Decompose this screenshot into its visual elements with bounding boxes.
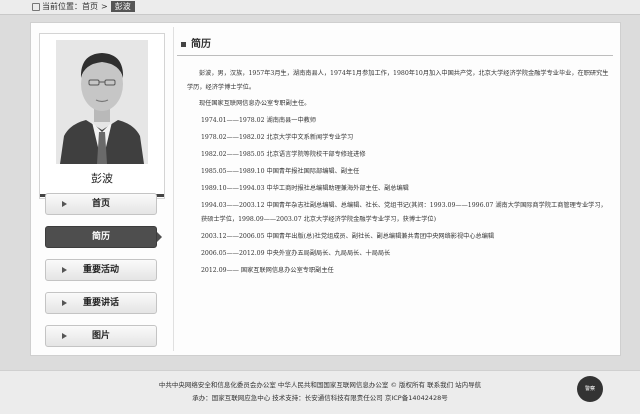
timeline-entry: 1989.10——1994.03 中华工商时报社总编辑助理兼海外部主任、副总编辑 <box>201 185 409 192</box>
column-divider <box>173 27 174 351</box>
footer-links: 中共中央网络安全和信息化委员会办公室 中华人民共和国国家互联网信息办公室 © 版… <box>158 381 482 389</box>
section-square-icon <box>181 42 186 47</box>
breadcrumb-current: 彭波 <box>110 0 135 12</box>
breadcrumb-bar: 当前位置：首页 > 彭波 <box>0 0 640 15</box>
footer-credits: 承办：国家互联网应急中心 技术支持：长安通信科技有限责任公司 京ICP备1404… <box>192 394 448 402</box>
timeline-entry: 1994.03——2003.12 中国青年杂志社副总编辑、总编辑、社长、党组书记… <box>201 202 607 223</box>
section-title: 简历 <box>191 39 211 50</box>
nav-item-home[interactable]: 首页 <box>45 193 157 215</box>
bio-current-post: 现任国家互联网信息办公室专职副主任。 <box>199 100 311 107</box>
portrait-image <box>56 40 148 164</box>
nav-item-label: 重要活动 <box>82 265 119 275</box>
section-header: 简历 <box>177 33 613 56</box>
bio-intro: 彭波，男，汉族，1957年3月生，湖南南县人，1974年1月参加工作，1980年… <box>187 70 609 91</box>
breadcrumb-home-link[interactable]: 首页 <box>82 2 98 11</box>
main-container: 彭波 首页 简历 重要活动 重要讲话 图片 简历 彭波，男，汉族，1957年3月… <box>30 22 621 356</box>
timeline-entry: 1978.02——1982.02 北京大学中文系新闻学专业学习 <box>201 134 354 141</box>
arrow-bullet-icon <box>62 300 67 306</box>
person-name: 彭波 <box>91 172 113 185</box>
timeline-entry: 1974.01——1978.02 湖南南县一中教师 <box>201 117 317 124</box>
nav-item-activities[interactable]: 重要活动 <box>45 259 157 281</box>
breadcrumb: 当前位置：首页 > 彭波 <box>42 0 135 14</box>
bio-content: 彭波，男，汉族，1957年3月生，湖南南县人，1974年1月参加工作，1980年… <box>187 67 611 278</box>
timeline-entry: 2012.09—— 国家互联网信息办公室专职副主任 <box>201 267 334 274</box>
nav-item-label: 简历 <box>91 232 110 242</box>
timeline-entry: 1985.05——1989.10 中国青年报社国际部编辑、副主任 <box>201 168 360 175</box>
nav-item-resume[interactable]: 简历 <box>45 226 162 248</box>
home-icon <box>32 3 40 11</box>
profile-card: 彭波 <box>39 33 165 199</box>
timeline-entry: 2003.12——2006.05 中国青年出版(总)社党组成员、副社长、副总编辑… <box>201 233 495 240</box>
timeline-entry: 1982.02——1985.05 北京语言学院等院校干部专修班进修 <box>201 151 366 158</box>
nav-item-label: 重要讲话 <box>82 298 119 308</box>
arrow-bullet-icon <box>62 267 67 273</box>
site-footer: 中共中央网络安全和信息化委员会办公室 中华人民共和国国家互联网信息办公室 © 版… <box>0 370 640 414</box>
nav-item-label: 图片 <box>91 331 110 341</box>
breadcrumb-separator: > <box>101 2 108 11</box>
nav-item-speeches[interactable]: 重要讲话 <box>45 292 157 314</box>
arrow-bullet-icon <box>62 201 67 207</box>
police-badge-icon[interactable]: 警察 <box>577 376 603 402</box>
profile-photo <box>56 40 148 164</box>
nav-item-label: 首页 <box>91 199 110 209</box>
timeline-entry: 2006.05——2012.09 中央外宣办五局副局长、九局局长、十局局长 <box>201 250 391 257</box>
nav-item-pictures[interactable]: 图片 <box>45 325 157 347</box>
arrow-bullet-icon <box>62 333 67 339</box>
active-pointer-icon <box>157 232 162 242</box>
breadcrumb-prefix: 当前位置： <box>42 2 82 11</box>
sidebar-nav: 首页 简历 重要活动 重要讲话 图片 <box>45 193 162 358</box>
